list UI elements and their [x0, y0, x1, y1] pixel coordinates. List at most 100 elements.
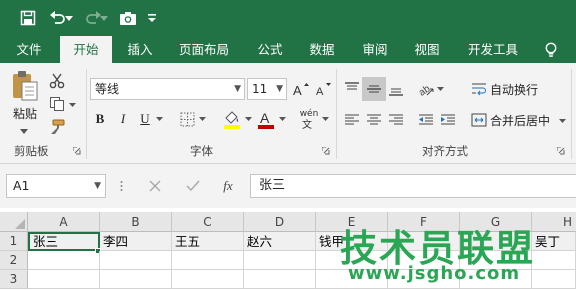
paste-icon[interactable] [10, 69, 40, 103]
cell[interactable] [28, 270, 100, 289]
cell[interactable] [100, 251, 172, 270]
tab-formulas[interactable]: 公式 [248, 36, 292, 63]
cell[interactable] [244, 270, 316, 289]
align-left-icon[interactable] [342, 110, 362, 130]
bold-button[interactable]: B [92, 110, 108, 128]
merge-center-icon[interactable] [470, 111, 488, 129]
wrap-text-icon[interactable] [470, 80, 488, 98]
underline-dropdown-icon[interactable] [155, 115, 163, 123]
borders-icon[interactable] [178, 110, 196, 128]
cell[interactable] [460, 270, 532, 289]
cut-icon[interactable] [48, 72, 66, 90]
font-size-select[interactable]: 11 ▼ [247, 78, 287, 100]
column-header[interactable]: C [172, 212, 244, 232]
increase-indent-icon[interactable] [438, 110, 458, 130]
column-header[interactable]: E [316, 212, 388, 232]
undo-dropdown-icon[interactable] [64, 7, 74, 29]
row-header[interactable]: 2 [0, 251, 28, 270]
cell[interactable] [388, 251, 460, 270]
select-all-corner[interactable] [0, 212, 28, 232]
merge-center-button[interactable]: 合并后居中 [490, 113, 550, 129]
orientation-dropdown-icon[interactable] [436, 85, 444, 93]
font-launcher-icon[interactable] [321, 146, 331, 156]
cell-f1[interactable] [388, 232, 460, 251]
cell-a1[interactable]: 张三 [28, 232, 100, 251]
customize-qat-icon[interactable] [145, 7, 159, 29]
cell-e1[interactable]: 钱甲 [316, 232, 388, 251]
ribbon-tabs: 文件 开始 插入 页面布局 公式 数据 审阅 视图 开发工具 [0, 36, 576, 63]
paste-dropdown-icon[interactable] [18, 127, 30, 135]
orientation-icon[interactable]: ab [416, 79, 436, 99]
column-header[interactable]: F [388, 212, 460, 232]
resize-handle-icon[interactable] [117, 178, 125, 194]
paste-label[interactable]: 粘贴 [13, 106, 37, 122]
column-header[interactable]: D [244, 212, 316, 232]
font-color-icon[interactable]: A [256, 108, 276, 130]
italic-button[interactable]: I [115, 110, 131, 128]
cell[interactable] [100, 270, 172, 289]
format-painter-icon[interactable] [48, 118, 66, 136]
phonetic-guide-button[interactable]: wén 文 [298, 107, 320, 131]
underline-button[interactable]: U [137, 110, 153, 128]
cell[interactable] [316, 270, 388, 289]
cell[interactable] [388, 270, 460, 289]
svg-text:A: A [293, 83, 302, 96]
tab-data[interactable]: 数据 [300, 36, 344, 63]
clipboard-launcher-icon[interactable] [72, 146, 82, 156]
row-header[interactable]: 3 [0, 270, 28, 289]
row-header[interactable]: 1 [0, 232, 28, 251]
cell[interactable] [460, 251, 532, 270]
lightbulb-icon[interactable] [542, 41, 560, 59]
tab-view[interactable]: 视图 [405, 36, 449, 63]
align-middle-icon[interactable] [362, 77, 386, 101]
tab-insert[interactable]: 插入 [118, 36, 162, 63]
alignment-launcher-icon[interactable] [556, 146, 566, 156]
cell[interactable] [172, 270, 244, 289]
tab-developer[interactable]: 开发工具 [462, 36, 524, 63]
merge-dropdown-icon[interactable] [558, 117, 566, 125]
copy-icon[interactable] [48, 95, 66, 113]
svg-text:文: 文 [302, 119, 312, 129]
cell[interactable] [532, 251, 576, 270]
align-center-icon[interactable] [364, 110, 384, 130]
tab-file[interactable]: 文件 [6, 36, 52, 63]
cell-b1[interactable]: 李四 [100, 232, 172, 251]
name-box[interactable]: A1 ▼ [6, 174, 106, 198]
fill-color-dropdown-icon[interactable] [244, 115, 252, 123]
cell-h1[interactable]: 吴丁 [532, 232, 576, 251]
decrease-font-size-icon[interactable]: A [315, 80, 333, 98]
wrap-text-button[interactable]: 自动换行 [490, 82, 538, 98]
tab-home[interactable]: 开始 [60, 36, 112, 63]
cell[interactable] [28, 251, 100, 270]
font-color-dropdown-icon[interactable] [278, 115, 286, 123]
font-name-select[interactable]: 等线 ▼ [90, 78, 245, 100]
copy-dropdown-icon[interactable] [68, 101, 76, 109]
insert-function-button[interactable]: fx [218, 176, 238, 196]
align-top-icon[interactable] [342, 79, 362, 99]
cell[interactable] [172, 251, 244, 270]
align-bottom-icon[interactable] [386, 79, 406, 99]
phonetic-dropdown-icon[interactable] [321, 115, 329, 123]
column-header[interactable]: H [532, 212, 576, 232]
cell-c1[interactable]: 王五 [172, 232, 244, 251]
decrease-indent-icon[interactable] [416, 110, 436, 130]
column-header[interactable]: A [28, 212, 100, 232]
cell[interactable] [316, 251, 388, 270]
formula-input[interactable]: 张三 [250, 174, 576, 198]
cell-d1[interactable]: 赵六 [244, 232, 316, 251]
save-icon[interactable] [17, 7, 39, 29]
cell[interactable] [244, 251, 316, 270]
camera-icon[interactable] [117, 7, 139, 29]
align-right-icon[interactable] [386, 110, 406, 130]
increase-font-size-icon[interactable]: A [292, 80, 310, 98]
column-header[interactable]: G [460, 212, 532, 232]
tab-review[interactable]: 审阅 [353, 36, 397, 63]
chevron-down-icon[interactable]: ▼ [94, 175, 101, 197]
cell[interactable] [532, 270, 576, 289]
tab-page-layout[interactable]: 页面布局 [172, 36, 236, 63]
borders-dropdown-icon[interactable] [198, 115, 206, 123]
cell-g1[interactable] [460, 232, 532, 251]
column-header[interactable]: B [100, 212, 172, 232]
clipboard-group-label: 剪贴板 [14, 144, 49, 158]
fill-color-icon[interactable] [222, 108, 242, 130]
